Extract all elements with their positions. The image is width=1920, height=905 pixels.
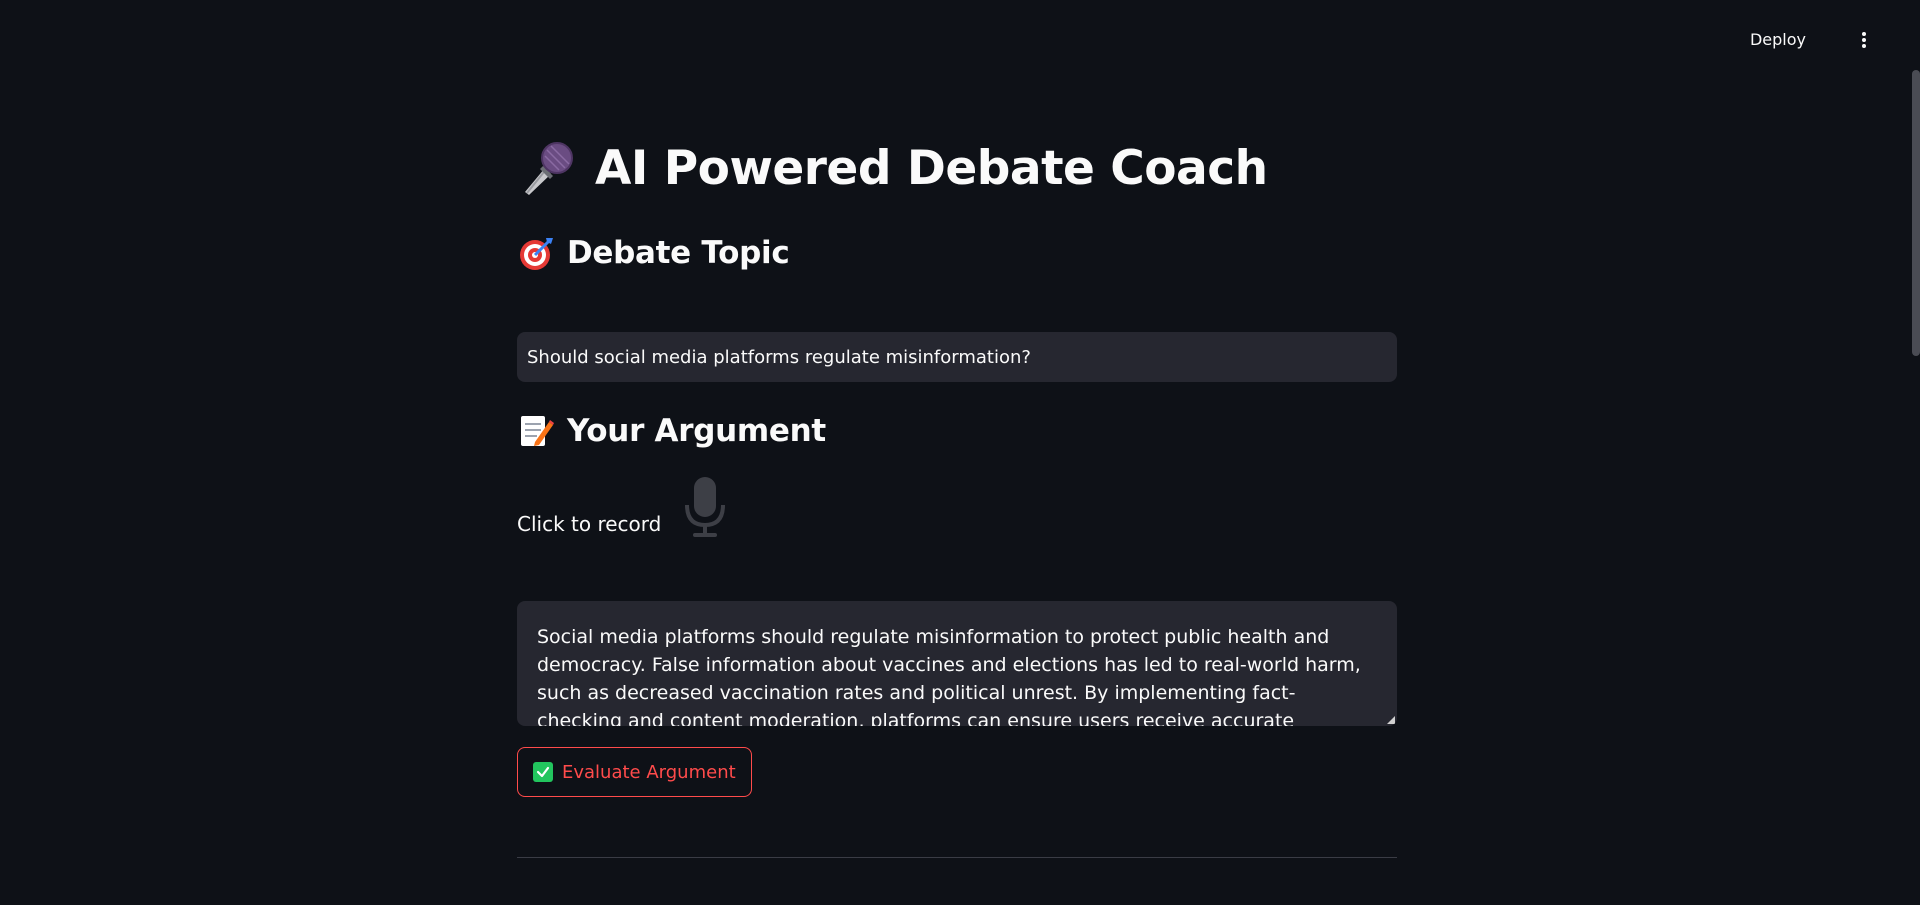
- page-title-text: AI Powered Debate Coach: [595, 140, 1268, 196]
- argument-textarea[interactable]: Social media platforms should regulate m…: [517, 601, 1397, 726]
- kebab-menu-icon: [1862, 32, 1866, 48]
- audio-recorder: Click to record: [517, 470, 729, 540]
- record-label: Click to record: [517, 512, 662, 536]
- resize-grip-icon[interactable]: [1387, 716, 1395, 724]
- argument-text: Social media platforms should regulate m…: [537, 626, 1361, 726]
- page-title: AI Powered Debate Coach: [517, 138, 1268, 198]
- app-header: Deploy: [0, 0, 1920, 78]
- record-button[interactable]: [681, 474, 729, 540]
- argument-heading: Your Argument: [517, 412, 826, 450]
- microphone-icon: [685, 477, 726, 537]
- topic-heading-text: Debate Topic: [567, 235, 790, 271]
- deploy-button[interactable]: Deploy: [1742, 24, 1814, 56]
- page-scrollbar[interactable]: [1912, 70, 1920, 356]
- check-mark-icon: [533, 762, 553, 782]
- main-menu-button[interactable]: [1848, 24, 1880, 56]
- debate-topic-box: Should social media platforms regulate m…: [517, 332, 1397, 382]
- memo-icon: [521, 416, 554, 446]
- microphone-icon: [525, 142, 573, 195]
- evaluate-argument-button[interactable]: Evaluate Argument: [517, 747, 752, 797]
- app-root: Deploy AI Powered Debate Coach Debate To…: [0, 0, 1920, 905]
- target-icon: [520, 238, 553, 270]
- topic-heading: Debate Topic: [517, 234, 790, 272]
- section-divider: [517, 857, 1397, 858]
- debate-topic-text: Should social media platforms regulate m…: [527, 346, 1031, 368]
- evaluate-argument-label: Evaluate Argument: [562, 761, 736, 783]
- argument-heading-text: Your Argument: [567, 413, 826, 449]
